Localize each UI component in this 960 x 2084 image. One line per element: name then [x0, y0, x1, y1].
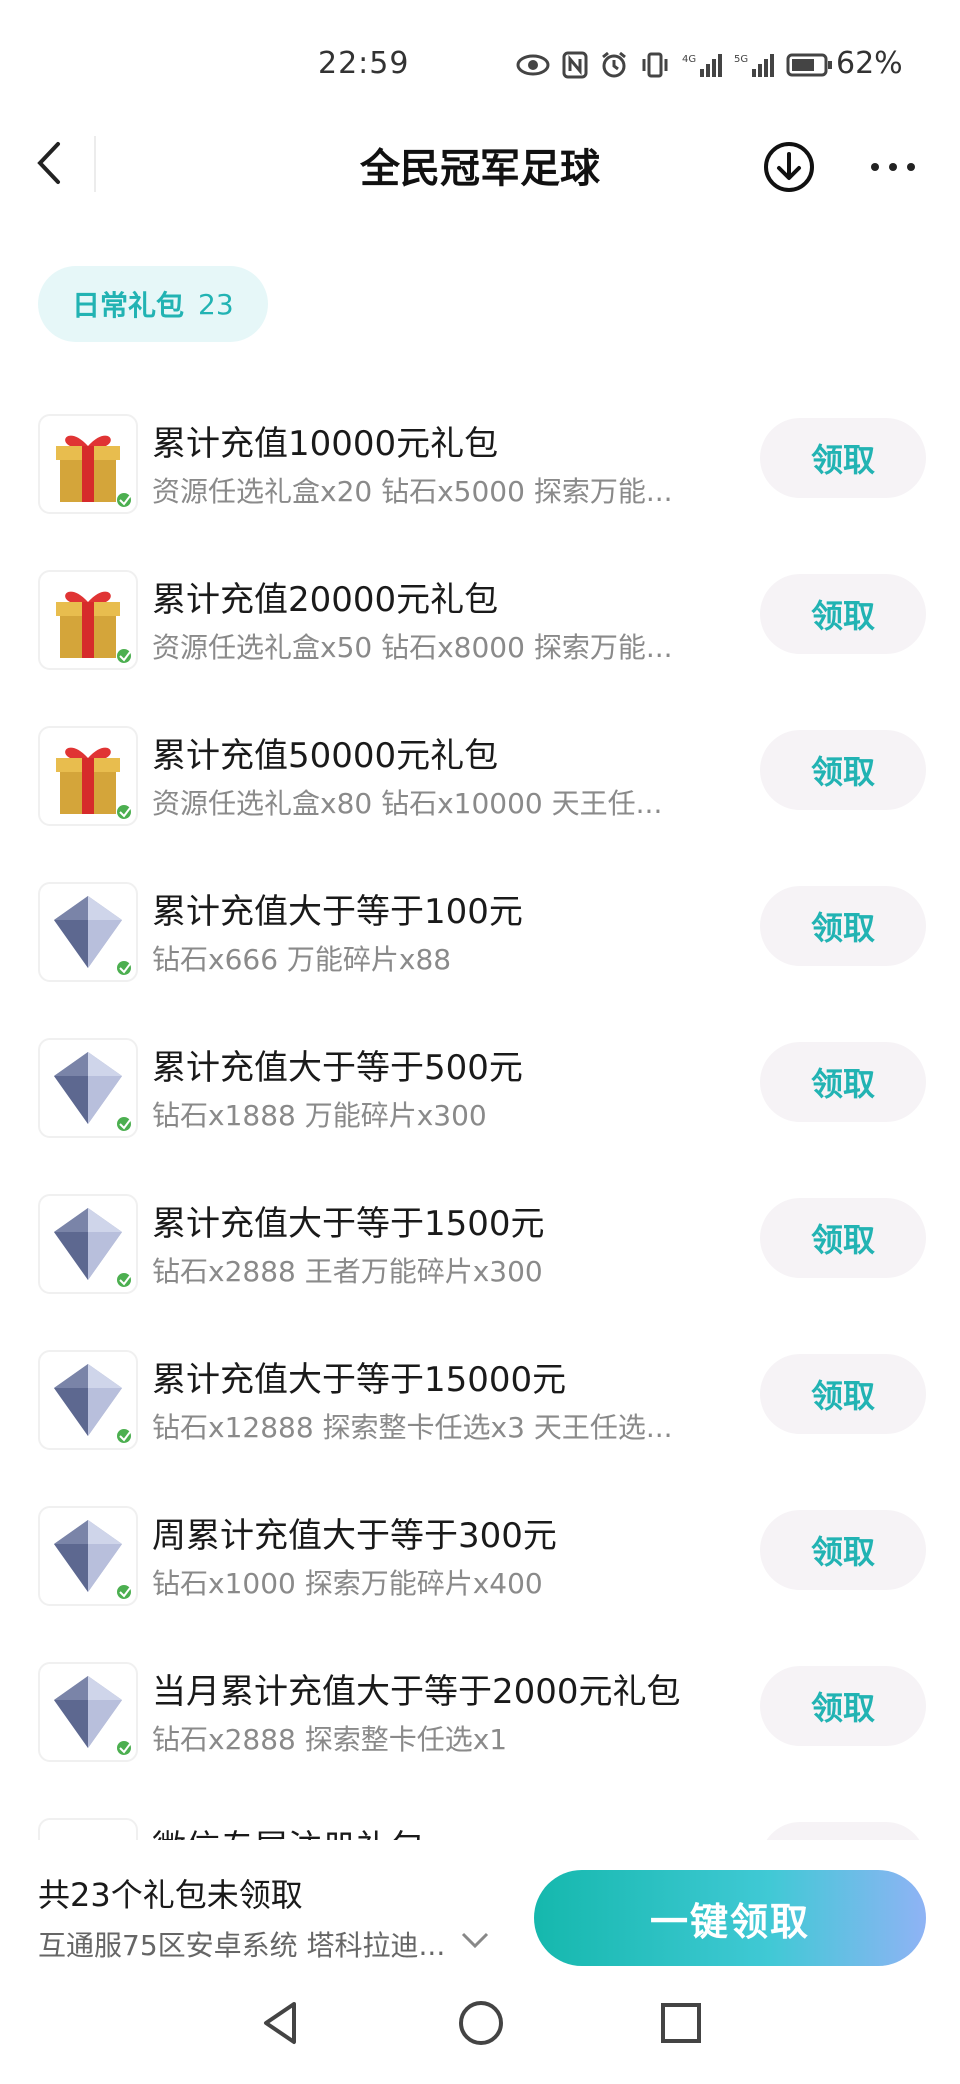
list-item: 累计充值大于等于1500元 钻石x2888 王者万能碎片x300 领取 — [0, 1182, 960, 1338]
whistle-icon — [38, 1818, 138, 1840]
bottom-bar: 共23个礼包未领取 互通服75区安卓系统 塔科拉迪... 一键领取 — [0, 1840, 960, 1970]
diamond-icon — [38, 1194, 138, 1294]
claim-button[interactable]: 领取 — [760, 1354, 926, 1434]
nav-back-icon[interactable] — [256, 1998, 306, 2048]
gift-name: 累计充值50000元礼包 — [152, 736, 499, 776]
eye-icon — [516, 54, 550, 76]
status-bar: 22:59 4G 5G 62% — [0, 0, 960, 120]
gift-desc: 钻石x1000 探索万能碎片x400 — [152, 1567, 543, 1600]
tab-daily-gifts[interactable]: 日常礼包 23 — [38, 266, 268, 342]
gift-name: 当月累计充值大于等于2000元礼包 — [152, 1672, 681, 1712]
list-item: 累计充值大于等于500元 钻石x1888 万能碎片x300 领取 — [0, 1026, 960, 1182]
gift-desc: 钻石x666 万能碎片x88 — [152, 943, 452, 976]
claim-all-button[interactable]: 一键领取 — [534, 1870, 926, 1966]
status-icons: 4G 5G — [516, 48, 834, 82]
claim-button[interactable]: 领取 — [760, 730, 926, 810]
signal-4g-icon: 4G — [682, 54, 722, 77]
tab-count: 23 — [198, 287, 234, 321]
more-icon[interactable] — [866, 140, 920, 194]
gift-desc: 钻石x2888 探索整卡任选x1 — [152, 1723, 508, 1756]
gift-name: 累计充值大于等于1500元 — [152, 1204, 545, 1244]
gift-desc: 资源任选礼盒x80 钻石x10000 天王任... — [152, 787, 663, 820]
list-item: 累计充值大于等于100元 钻石x666 万能碎片x88 领取 — [0, 870, 960, 1026]
gift-box-icon — [38, 726, 138, 826]
chevron-down-icon[interactable] — [460, 1930, 490, 1950]
nav-recents-icon[interactable] — [656, 1998, 706, 2048]
gift-name: 累计充值大于等于15000元 — [152, 1360, 567, 1400]
claim-button[interactable]: 领取 — [760, 1198, 926, 1278]
gift-desc: 钻石x2888 王者万能碎片x300 — [152, 1255, 543, 1288]
gift-name: 累计充值20000元礼包 — [152, 580, 499, 620]
system-nav-bar — [0, 1980, 960, 2084]
claim-button[interactable]: 领取 — [760, 1822, 926, 1840]
diamond-icon — [38, 1506, 138, 1606]
diamond-icon — [38, 882, 138, 982]
battery-percent: 62% — [836, 46, 903, 81]
alarm-icon — [602, 51, 626, 78]
gift-box-icon — [38, 414, 138, 514]
gift-desc: 资源任选礼盒x20 钻石x5000 探索万能... — [152, 475, 673, 508]
gift-name: 微信专属注册礼包 — [152, 1820, 424, 1840]
gift-list[interactable]: 累计充值10000元礼包 资源任选礼盒x20 钻石x5000 探索万能... 领… — [0, 402, 960, 1840]
signal-5g-icon: 5G — [734, 54, 774, 77]
nav-home-icon[interactable] — [456, 1998, 506, 2048]
claim-button[interactable]: 领取 — [760, 574, 926, 654]
tab-label: 日常礼包 — [72, 289, 185, 322]
svg-text:4G: 4G — [682, 54, 696, 65]
vibrate-icon — [642, 52, 668, 78]
claim-button[interactable]: 领取 — [760, 886, 926, 966]
gift-desc: 钻石x1888 万能碎片x300 — [152, 1099, 487, 1132]
download-icon[interactable] — [762, 140, 816, 194]
list-item: 周累计充值大于等于300元 钻石x1000 探索万能碎片x400 领取 — [0, 1494, 960, 1650]
list-item: 当月累计充值大于等于2000元礼包 钻石x2888 探索整卡任选x1 领取 — [0, 1650, 960, 1806]
claim-button[interactable]: 领取 — [760, 1666, 926, 1746]
gift-name: 周累计充值大于等于300元 — [152, 1516, 557, 1556]
nfc-icon — [562, 51, 588, 79]
claim-button[interactable]: 领取 — [760, 418, 926, 498]
list-item: 微信专属注册礼包 领取 — [0, 1806, 960, 1840]
list-item: 累计充值20000元礼包 资源任选礼盒x50 钻石x8000 探索万能... 领… — [0, 558, 960, 714]
gift-desc: 资源任选礼盒x50 钻石x8000 探索万能... — [152, 631, 673, 664]
unclaimed-count: 共23个礼包未领取 — [38, 1876, 303, 1914]
claim-button[interactable]: 领取 — [760, 1510, 926, 1590]
gift-name: 累计充值大于等于500元 — [152, 1048, 523, 1088]
svg-text:5G: 5G — [734, 54, 748, 65]
gift-desc: 钻石x12888 探索整卡任选x3 天王任选... — [152, 1411, 673, 1444]
gift-name: 累计充值10000元礼包 — [152, 424, 499, 464]
page-title: 全民冠军足球 — [360, 146, 600, 192]
diamond-icon — [38, 1038, 138, 1138]
list-item: 累计充值大于等于15000元 钻石x12888 探索整卡任选x3 天王任选...… — [0, 1338, 960, 1494]
list-item: 累计充值50000元礼包 资源任选礼盒x80 钻石x10000 天王任... 领… — [0, 714, 960, 870]
claim-button[interactable]: 领取 — [760, 1042, 926, 1122]
diamond-icon — [38, 1662, 138, 1762]
diamond-icon — [38, 1350, 138, 1450]
battery-icon — [786, 53, 832, 77]
gift-box-icon — [38, 570, 138, 670]
server-selector[interactable]: 互通服75区安卓系统 塔科拉迪... — [38, 1924, 445, 1964]
list-item: 累计充值10000元礼包 资源任选礼盒x20 钻石x5000 探索万能... 领… — [0, 402, 960, 558]
status-time: 22:59 — [318, 46, 410, 81]
gift-name: 累计充值大于等于100元 — [152, 892, 523, 932]
